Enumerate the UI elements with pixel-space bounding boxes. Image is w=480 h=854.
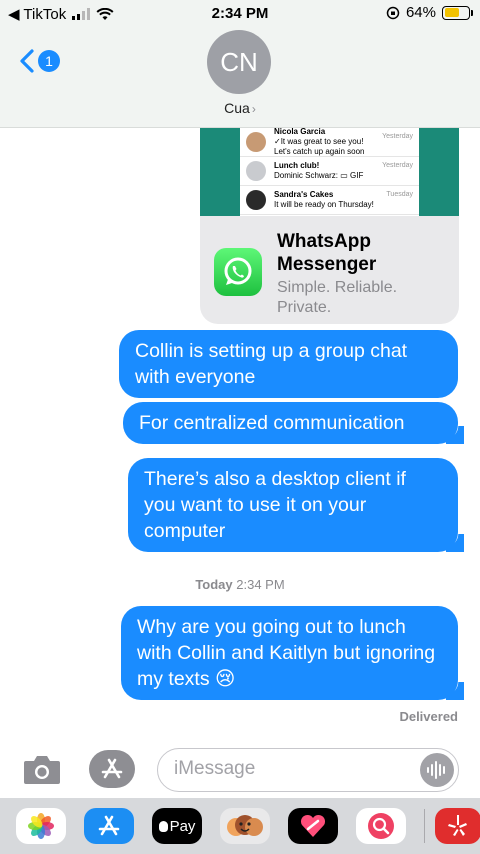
orientation-lock-icon [386,6,400,19]
audio-message-button[interactable] [420,753,454,787]
app-store-button[interactable] [89,750,135,788]
waveform-icon [427,761,445,779]
avatar [246,132,266,152]
preview-phone-screenshot: Nicola Garcia ✓It was great to see you! L… [240,128,419,216]
contact-name: Cua [224,100,250,116]
preview-title: WhatsApp Messenger [277,231,377,275]
unread-count-badge: 1 [38,50,60,72]
message-bubble[interactable]: Collin is setting up a group chat with e… [119,330,458,398]
imessage-input[interactable] [174,749,414,789]
message-bubble[interactable]: For centralized communication [123,402,464,444]
app-store-drawer-button[interactable] [84,808,134,844]
preview-chat-row: Nicola Garcia ✓It was great to see you! L… [240,128,419,157]
digital-touch-icon [300,814,326,837]
yelp-icon [448,815,467,836]
photos-app-button[interactable] [16,808,66,844]
app-store-icon [98,815,120,836]
drawer-divider [424,809,425,843]
message-bubble[interactable]: There’s also a desktop client if you wan… [128,458,464,552]
message-input-container [157,748,459,792]
back-button[interactable]: 1 [18,48,60,74]
digital-touch-button[interactable] [288,808,338,844]
contact-avatar[interactable]: CN [207,30,271,94]
contact-name-button[interactable]: Cua › [0,100,480,116]
imessage-app-drawer: Pay [0,798,480,854]
preview-subtitle: Simple. Reliable. Private. [277,279,398,316]
delivered-status: Delivered [399,709,458,724]
web-search-icon [368,813,394,839]
battery-percent: 64% [405,4,436,21]
conversation-header: ◀ TikTok 2:34 PM 64% 1 CN Cua › [0,0,480,128]
chevron-right-icon: › [251,102,256,116]
whatsapp-link-preview[interactable]: Nicola Garcia ✓It was great to see you! L… [200,128,459,324]
apple-logo-icon [158,820,168,832]
preview-chat-row: Sandra's Cakes It will be ready on Thursd… [240,186,419,215]
web-search-button[interactable] [356,808,406,844]
preview-chat-row: Lunch club! Dominic Schwarz: ▭ GIF Yester… [240,157,419,186]
status-bar: ◀ TikTok 2:34 PM 64% [0,0,480,28]
whatsapp-logo-icon [214,248,262,296]
preview-image: Nicola Garcia ✓It was great to see you! L… [200,128,459,216]
memoji-button[interactable] [220,808,270,844]
battery-icon [442,5,473,20]
chevron-left-icon [20,49,34,73]
camera-icon[interactable] [22,752,62,786]
photos-icon [28,813,54,839]
message-bubble[interactable]: Why are you going out to lunch with Coll… [121,606,464,700]
apple-pay-button[interactable]: Pay [152,808,202,844]
message-timestamp: Today 2:34 PM [195,577,285,592]
avatar [246,190,266,210]
memoji-icon [227,815,263,836]
app-store-icon [101,758,123,779]
yelp-button[interactable] [435,808,480,844]
group-avatar-icon [246,161,266,181]
